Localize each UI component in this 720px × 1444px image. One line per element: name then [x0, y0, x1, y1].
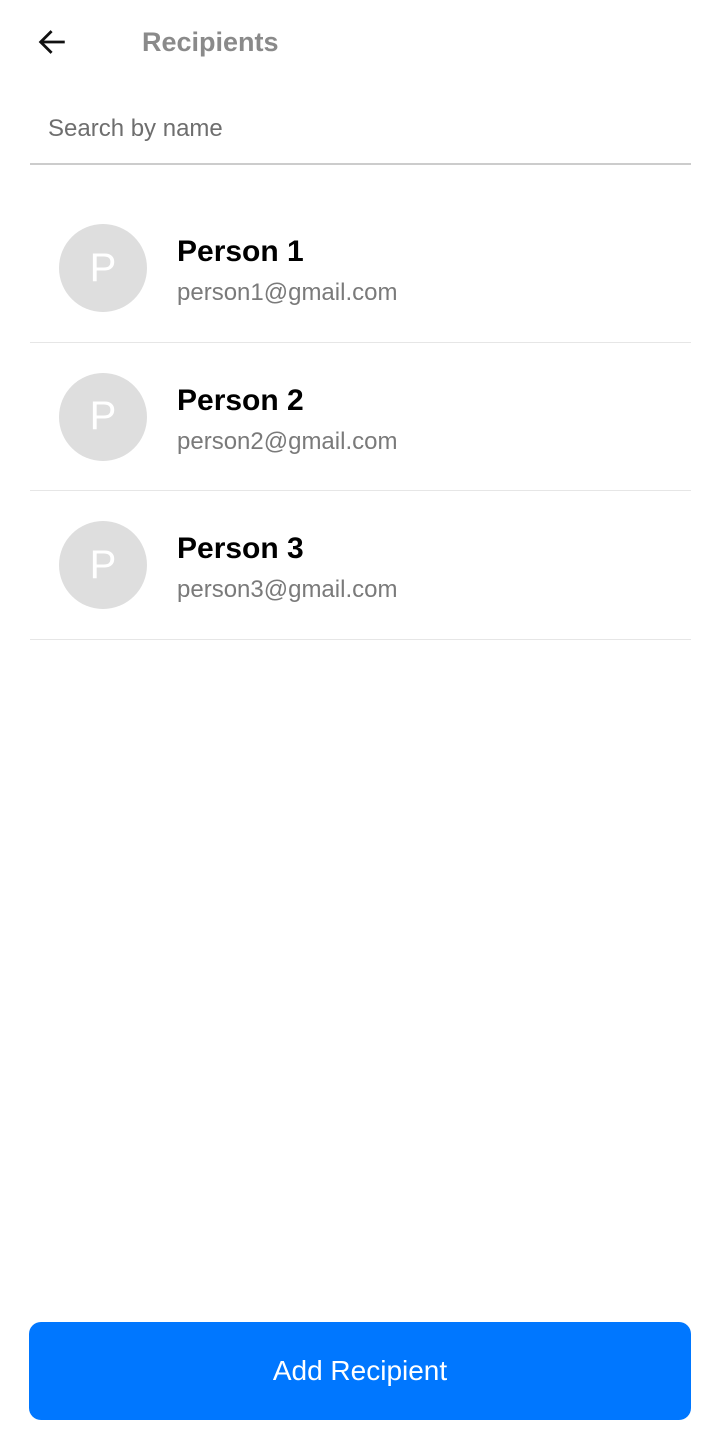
recipient-email: person2@gmail.com: [177, 427, 398, 455]
page-title: Recipients: [142, 27, 279, 57]
arrow-left-icon: [38, 30, 65, 54]
recipient-list: P Person 1 person1@gmail.com P Person 2 …: [30, 194, 691, 640]
list-item[interactable]: P Person 1 person1@gmail.com: [30, 194, 691, 343]
recipient-email: person3@gmail.com: [177, 576, 398, 603]
avatar: P: [59, 521, 147, 609]
avatar: P: [59, 372, 147, 461]
recipient-name: Person 2: [177, 383, 304, 417]
recipient-name: Person 3: [177, 532, 304, 565]
header: Recipients: [0, 0, 720, 84]
search-input[interactable]: [30, 104, 691, 163]
back-button[interactable]: [30, 20, 74, 64]
list-item[interactable]: P Person 2 person2@gmail.com: [30, 343, 691, 491]
recipient-email: person1@gmail.com: [177, 279, 398, 306]
search-field: [30, 104, 691, 165]
recipients-screen: Recipients P Person 1 person1@gmail.com …: [0, 0, 720, 1444]
list-item[interactable]: P Person 3 person3@gmail.com: [30, 491, 691, 640]
recipient-name: Person 1: [177, 235, 304, 268]
avatar: P: [59, 224, 147, 312]
add-recipient-button[interactable]: Add Recipient: [29, 1322, 691, 1420]
